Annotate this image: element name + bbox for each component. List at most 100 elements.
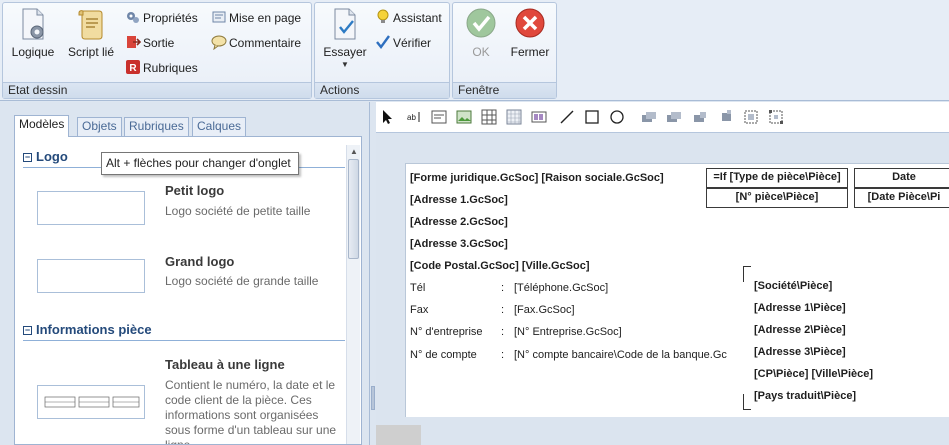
tel-value-field[interactable]: [Téléphone.GcSoc]	[514, 282, 608, 294]
templates-scrollbar[interactable]: ▲	[346, 145, 360, 444]
commentaire-label: Commentaire	[229, 36, 302, 50]
date-header-cell[interactable]: Date	[854, 168, 949, 188]
fax-label[interactable]: Fax	[410, 304, 428, 316]
sortie-button[interactable]: Sortie	[125, 33, 174, 53]
grid-tool-icon[interactable]	[506, 109, 522, 125]
petit-logo-desc: Logo société de petite taille	[165, 204, 311, 218]
label-tool-icon[interactable]	[431, 109, 447, 125]
client-address3-field[interactable]: [Adresse 3\Pièce]	[754, 346, 846, 358]
essayer-label: Essayer	[323, 45, 367, 59]
grand-logo-preview[interactable]	[37, 259, 145, 293]
mise-en-page-button[interactable]: Mise en page	[211, 8, 301, 28]
logique-button[interactable]: Logique	[9, 7, 57, 59]
group-label-fenetre: Fenêtre	[453, 82, 556, 98]
verifier-button[interactable]: Vérifier	[375, 33, 431, 53]
proprietes-button[interactable]: Propriétés	[125, 8, 198, 28]
client-address1-field[interactable]: [Adresse 1\Pièce]	[754, 302, 846, 314]
tab-modeles[interactable]: Modèles	[14, 115, 70, 137]
company-name-field[interactable]: [Forme juridique.GcSoc] [Raison sociale.…	[410, 172, 664, 184]
company-address3-field[interactable]: [Adresse 3.GcSoc]	[410, 238, 508, 250]
company-address2-field[interactable]: [Adresse 2.GcSoc]	[410, 216, 508, 228]
report-page[interactable]: [Forme juridique.GcSoc] [Raison sociale.…	[405, 163, 949, 417]
scroll-up-icon[interactable]: ▲	[350, 147, 358, 156]
petit-logo-title[interactable]: Petit logo	[165, 183, 224, 198]
ok-label: OK	[472, 45, 490, 59]
piece-type-cell[interactable]: =If [Type de pièce\Pièce]	[706, 168, 848, 188]
collapse-icon[interactable]: −	[23, 153, 32, 162]
align-right-icon[interactable]	[691, 109, 707, 125]
entreprise-label[interactable]: N° d'entreprise	[410, 326, 483, 338]
rubriques-button[interactable]: R Rubriques	[125, 58, 198, 78]
svg-text:ab: ab	[407, 113, 416, 122]
scroll-script-icon	[78, 10, 103, 40]
address-bracket-bottom	[743, 394, 751, 410]
table-tool-icon[interactable]	[481, 109, 497, 125]
section-header-logo[interactable]: − Logo	[23, 149, 68, 164]
section-header-informations-piece[interactable]: − Informations pièce	[23, 322, 152, 337]
bring-front-icon[interactable]	[716, 109, 732, 125]
grand-logo-title[interactable]: Grand logo	[165, 254, 234, 269]
design-canvas[interactable]: [Forme juridique.GcSoc] [Raison sociale.…	[376, 132, 949, 445]
tab-rubriques[interactable]: Rubriques	[124, 117, 189, 136]
rubriques-label: Rubriques	[143, 61, 198, 75]
fax-separator: :	[501, 304, 505, 316]
compte-value-field[interactable]: [N° compte bancaire\Code de la banque.Gc	[514, 349, 727, 361]
tel-label[interactable]: Tél	[410, 282, 425, 294]
commentaire-button[interactable]: Commentaire	[211, 33, 301, 53]
splitter-grip[interactable]	[371, 386, 375, 410]
text-field-tool-icon[interactable]: ab	[406, 109, 422, 125]
resize-group-icon[interactable]	[768, 109, 784, 125]
assistant-button[interactable]: Assistant	[375, 8, 442, 28]
barcode-tool-icon[interactable]	[531, 109, 547, 125]
rectangle-tool-icon[interactable]	[584, 109, 600, 125]
client-pays-field[interactable]: [Pays traduit\Pièce]	[754, 390, 856, 402]
ok-button[interactable]: OK	[461, 7, 501, 59]
company-postal-city-field[interactable]: [Code Postal.GcSoc] [Ville.GcSoc]	[410, 260, 590, 272]
tabs-tooltip: Alt + flèches pour changer d'onglet	[101, 152, 299, 175]
date-value-cell[interactable]: [Date Pièce\Pi	[854, 188, 949, 208]
tab-objets[interactable]: Objets	[77, 117, 122, 136]
tab-calques[interactable]: Calques	[192, 117, 247, 136]
tel-separator: :	[501, 282, 505, 294]
select-group-icon[interactable]	[743, 109, 759, 125]
client-address2-field[interactable]: [Adresse 2\Pièce]	[754, 324, 846, 336]
scroll-thumb[interactable]	[348, 159, 359, 259]
address-bracket-top	[743, 266, 751, 282]
petit-logo-preview[interactable]	[37, 191, 145, 225]
checkmark-icon	[376, 35, 390, 49]
script-lie-button[interactable]: Script lié	[63, 7, 119, 59]
compte-separator: :	[501, 349, 505, 361]
verifier-label: Vérifier	[393, 36, 432, 50]
tableau-une-ligne-desc: Contient le numéro, la date et le code c…	[165, 378, 337, 445]
image-tool-icon[interactable]	[456, 109, 472, 125]
tableau-une-ligne-preview[interactable]	[37, 385, 145, 419]
section-title-logo: Logo	[36, 149, 68, 164]
piece-number-cell[interactable]: [N° pièce\Pièce]	[706, 188, 848, 208]
document-check-icon	[334, 8, 356, 40]
chevron-down-icon[interactable]: ▼	[319, 59, 371, 71]
align-center-icon[interactable]	[666, 109, 682, 125]
compte-label[interactable]: N° de compte	[410, 349, 477, 361]
ribbon-group-etat-dessin: Logique Script lié Propriétés Sortie R Ru…	[2, 2, 312, 99]
entreprise-separator: :	[501, 326, 505, 338]
tableau-une-ligne-title[interactable]: Tableau à une ligne	[165, 357, 285, 372]
pointer-tool-icon[interactable]	[379, 109, 395, 125]
align-left-icon[interactable]	[641, 109, 657, 125]
fax-value-field[interactable]: [Fax.GcSoc]	[514, 304, 575, 316]
logique-label: Logique	[11, 45, 55, 59]
client-societe-field[interactable]: [Société\Pièce]	[754, 280, 832, 292]
company-address1-field[interactable]: [Adresse 1.GcSoc]	[410, 194, 508, 206]
assistant-label: Assistant	[393, 11, 442, 25]
fermer-button[interactable]: Fermer	[507, 7, 553, 59]
group-label-actions: Actions	[315, 82, 449, 98]
entreprise-value-field[interactable]: [N° Entreprise.GcSoc]	[514, 326, 622, 338]
essayer-button[interactable]: Essayer ▼	[319, 7, 371, 71]
ellipse-tool-icon[interactable]	[609, 109, 625, 125]
svg-text:R: R	[129, 63, 137, 74]
collapse-icon[interactable]: −	[23, 326, 32, 335]
line-tool-icon[interactable]	[559, 109, 575, 125]
client-cp-ville-field[interactable]: [CP\Pièce] [Ville\Pièce]	[754, 368, 873, 380]
grand-logo-desc: Logo société de grande taille	[165, 274, 319, 288]
comment-icon	[211, 35, 227, 50]
exit-arrow-icon	[127, 36, 141, 48]
